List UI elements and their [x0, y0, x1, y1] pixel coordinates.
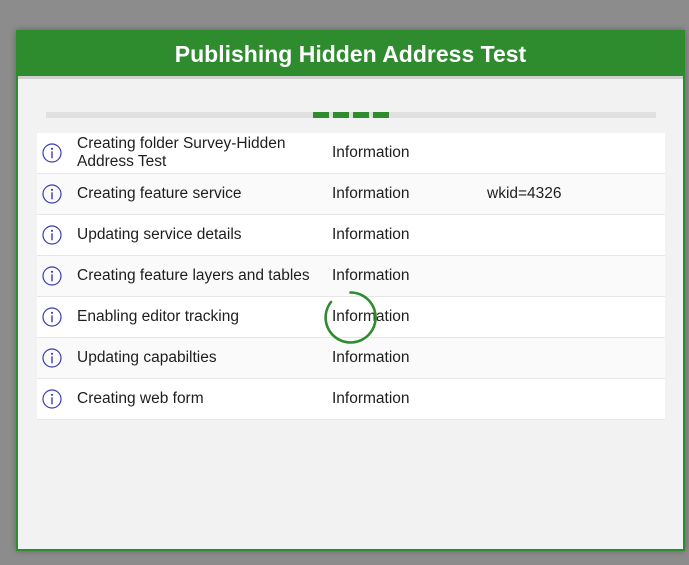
info-icon — [42, 225, 62, 245]
log-type: Information — [332, 226, 410, 243]
log-message: Updating capabilties — [77, 349, 217, 366]
log-row: Updating service details Information — [37, 215, 665, 256]
publishing-dialog: Publishing Hidden Address Test Creating … — [16, 30, 685, 551]
dialog-title: Publishing Hidden Address Test — [18, 32, 683, 79]
log-message: Creating feature layers and tables — [77, 267, 310, 284]
info-icon — [42, 389, 62, 409]
log-message: Enabling editor tracking — [77, 308, 239, 325]
log-list: Creating folder Survey-Hidden Address Te… — [37, 133, 665, 420]
log-detail: wkid=4326 — [487, 185, 562, 202]
log-row: Creating web form Information — [37, 379, 665, 420]
info-icon — [42, 266, 62, 286]
log-row: Creating folder Survey-Hidden Address Te… — [37, 133, 665, 174]
log-message: Creating web form — [77, 390, 204, 407]
log-message: Creating folder Survey-Hidden Address Te… — [77, 135, 286, 170]
loading-spinner-icon — [324, 291, 377, 344]
progress-segment — [333, 112, 349, 118]
progress-segment — [313, 112, 329, 118]
progress-segment — [353, 112, 369, 118]
info-icon — [42, 307, 62, 327]
log-message: Updating service details — [77, 226, 242, 243]
info-icon — [42, 143, 62, 163]
progress-bar — [46, 112, 656, 118]
log-type: Information — [332, 144, 410, 161]
log-row: Creating feature service Information wki… — [37, 174, 665, 215]
log-message: Creating feature service — [77, 185, 242, 202]
info-icon — [42, 348, 62, 368]
info-icon — [42, 184, 62, 204]
log-type: Information — [332, 390, 410, 407]
progress-segment — [373, 112, 389, 118]
log-type: Information — [332, 185, 410, 202]
